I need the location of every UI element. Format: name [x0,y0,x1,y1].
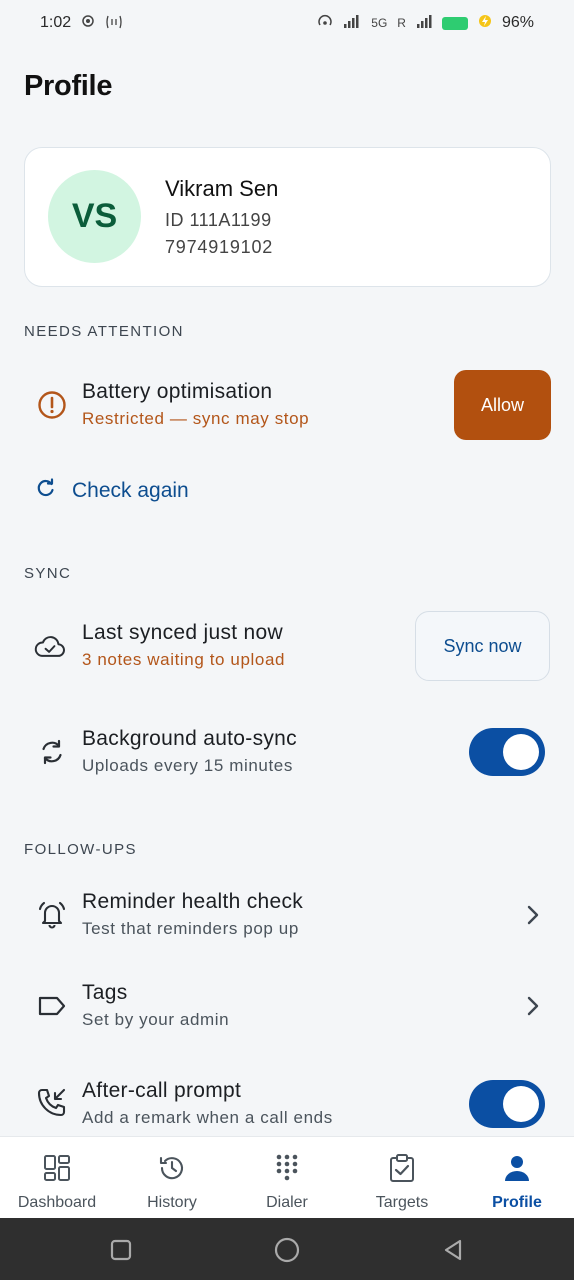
nav-item-history[interactable]: History [115,1137,229,1219]
last-synced-title: Last synced just now [82,621,283,644]
recent-apps-button[interactable] [108,1237,134,1263]
nav-item-targets[interactable]: Targets [345,1137,459,1219]
after-call-toggle[interactable] [469,1080,545,1128]
nav-label-targets: Targets [375,1194,429,1211]
nav-item-profile[interactable]: Profile [460,1137,574,1219]
nav-label-dialer: Dialer [266,1194,308,1211]
signal-2-icon [416,14,432,33]
battery-percent: 96% [501,14,534,31]
tags-subtitle: Set by your admin [82,1010,230,1029]
tags-title: Tags [82,981,128,1004]
signal-icon [343,14,361,33]
dashboard-grid-icon [42,1153,72,1188]
chevron-right-icon[interactable] [522,995,544,1017]
after-call-prompt-title: After-call prompt [82,1079,242,1102]
nav-label-profile: Profile [492,1194,542,1211]
nav-label-dashboard: Dashboard [17,1194,97,1211]
roaming-indicator: R [397,16,406,30]
alert-circle-icon [36,389,68,421]
nav-item-dialer[interactable]: Dialer [230,1137,344,1219]
battery-optimisation-subtitle: Restricted — sync may stop [82,409,310,428]
reminder-health-check-subtitle: Test that reminders pop up [82,919,299,938]
allow-button[interactable]: Allow [454,370,551,440]
history-clock-icon [157,1153,187,1188]
location-icon [81,14,95,33]
battery-icon [441,16,468,30]
hotspot-icon [317,14,333,33]
after-call-prompt-subtitle: Add a remark when a call ends [82,1108,333,1127]
status-bar-right: 5G R 96% [317,14,534,33]
chevron-right-icon[interactable] [522,904,544,926]
reminder-health-check-title: Reminder health check [82,890,304,913]
section-heading-sync: SYNC [24,565,72,582]
check-again-label: Check again [72,479,189,502]
home-button[interactable] [274,1237,300,1263]
bottom-nav: Dashboard History Dialer Targets Profile [0,1136,574,1218]
section-heading-follow-ups: FOLLOW-UPS [24,841,137,858]
nav-label-history: History [147,1194,197,1211]
auto-sync-subtitle: Uploads every 15 minutes [82,756,293,775]
avatar: VS [48,170,141,263]
refresh-icon [36,478,56,504]
status-bar-left: 1:02 [40,14,123,33]
cloud-check-icon [34,631,66,663]
status-time: 1:02 [40,14,72,31]
person-icon [502,1153,532,1188]
charging-icon [478,14,492,33]
network-type: 5G [371,16,388,30]
check-again-button[interactable]: Check again [36,478,189,504]
sync-icon [36,736,68,768]
clipboard-check-icon [387,1153,417,1188]
data-transfer-icon [105,14,123,33]
alarm-bell-icon [36,898,68,930]
auto-sync-title: Background auto-sync [82,727,297,750]
toggle-knob [503,734,539,770]
page-title: Profile [24,70,113,102]
profile-name: Vikram Sen [165,176,279,201]
system-nav-bar [0,1218,574,1280]
tag-icon [36,990,68,1022]
status-bar: 1:02 5G R 96% [0,0,574,46]
phone-callback-icon [36,1086,68,1118]
nav-item-dashboard[interactable]: Dashboard [0,1137,114,1219]
back-button[interactable] [440,1237,466,1263]
last-synced-subtitle: 3 notes waiting to upload [82,650,286,669]
auto-sync-toggle[interactable] [469,728,545,776]
battery-optimisation-title: Battery optimisation [82,380,273,403]
section-heading-needs-attention: NEEDS ATTENTION [24,323,184,340]
profile-id: ID 111A1199 [165,210,272,230]
profile-phone: 7974919102 [165,237,274,257]
sync-now-button[interactable]: Sync now [415,611,550,681]
toggle-knob [503,1086,539,1122]
dialpad-icon [272,1153,302,1188]
profile-card: VS Vikram Sen ID 111A1199 7974919102 [24,147,551,287]
